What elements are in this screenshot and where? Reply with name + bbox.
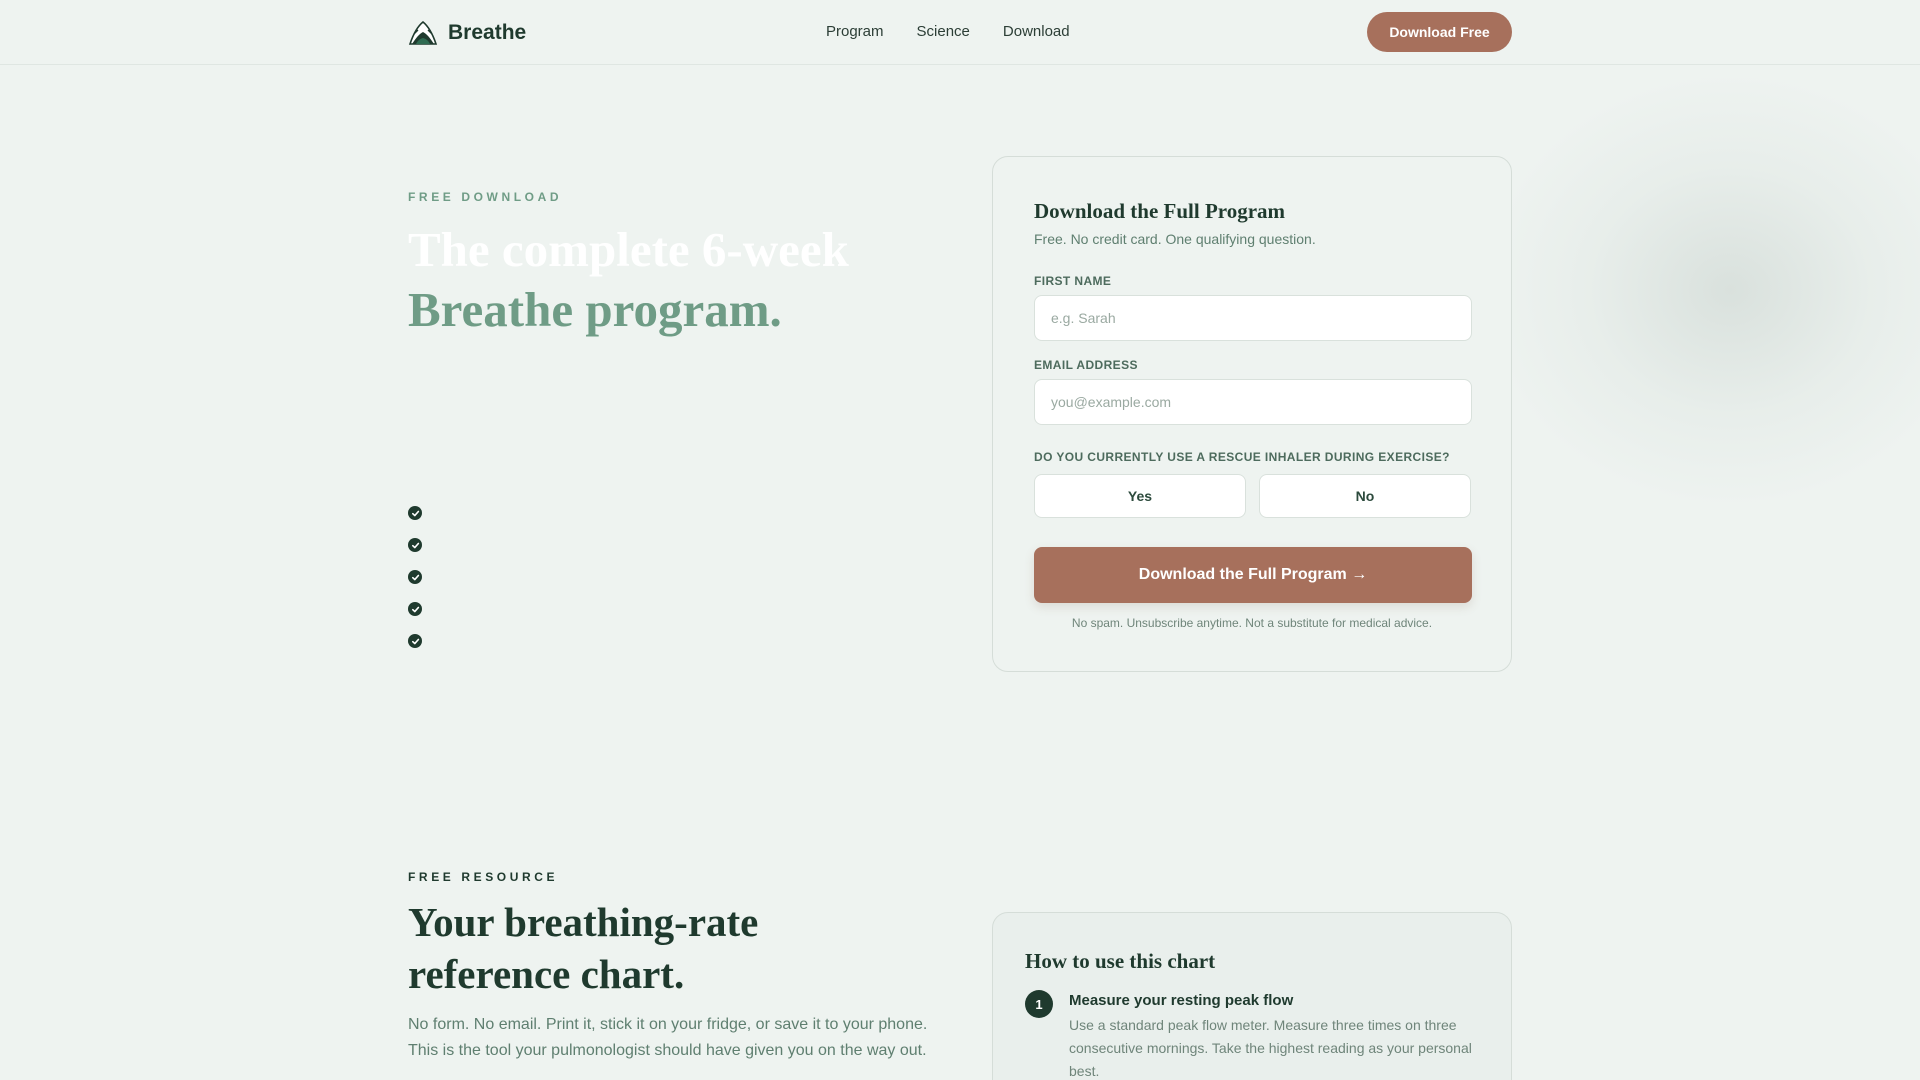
first-name-field[interactable] xyxy=(1034,295,1472,341)
form-disclaimer: No spam. Unsubscribe anytime. Not a subs… xyxy=(1071,616,1433,630)
check-icon xyxy=(408,538,422,552)
step-description: Use a standard peak flow meter. Measure … xyxy=(1069,1017,1472,1079)
email-field[interactable] xyxy=(1034,379,1472,425)
nav-link-science[interactable]: Science xyxy=(917,23,970,40)
step-number-badge: 1 xyxy=(1025,990,1053,1018)
nav-links: Program Science Download xyxy=(826,23,1070,40)
brand[interactable]: Breathe xyxy=(408,18,526,48)
how-to-title: How to use this chart xyxy=(1025,949,1216,973)
inhaler-question-label: DO YOU CURRENTLY USE A RESCUE INHALER DU… xyxy=(1034,450,1450,464)
checklist-item xyxy=(408,625,422,657)
checklist-item xyxy=(408,593,422,625)
checklist-item xyxy=(408,497,422,529)
hero-title: The complete 6-week Breathe program. xyxy=(408,220,968,340)
download-free-button[interactable]: Download Free xyxy=(1367,12,1512,52)
form-subtitle: Free. No credit card. One qualifying que… xyxy=(1034,231,1316,247)
checklist-item xyxy=(408,561,422,593)
step-title: Measure your resting peak flow xyxy=(1069,992,1294,1009)
background-glow xyxy=(1480,70,1920,510)
brand-name: Breathe xyxy=(448,21,527,44)
no-option-button[interactable]: No xyxy=(1259,474,1471,518)
how-to-use-card: How to use this chart 1 Measure your res… xyxy=(992,912,1512,1080)
email-label: EMAIL ADDRESS xyxy=(1034,358,1138,372)
hero-title-line2: Breathe program. xyxy=(408,282,782,337)
checklist-item xyxy=(408,529,422,561)
first-name-label: FIRST NAME xyxy=(1034,274,1112,288)
yes-option-button[interactable]: Yes xyxy=(1034,474,1246,518)
resource-eyebrow: FREE RESOURCE xyxy=(408,870,559,884)
nav-link-download[interactable]: Download xyxy=(1003,23,1070,40)
resource-description: No form. No email. Print it, stick it on… xyxy=(408,1016,928,1059)
resource-title: Your breathing-rate reference chart. xyxy=(408,899,759,997)
check-icon xyxy=(408,634,422,648)
hero-title-line1: The complete 6-week xyxy=(408,222,849,277)
form-title: Download the Full Program xyxy=(1034,199,1286,223)
benefit-checklist xyxy=(408,497,422,657)
nav-link-program[interactable]: Program xyxy=(826,23,884,40)
hero-eyebrow: FREE DOWNLOAD xyxy=(408,190,563,204)
mountain-logo-icon xyxy=(408,20,438,45)
check-icon xyxy=(408,506,422,520)
download-program-submit-button[interactable]: Download the Full Program → xyxy=(1034,547,1472,603)
check-icon xyxy=(408,602,422,616)
check-icon xyxy=(408,570,422,584)
download-form-card: Download the Full Program Free. No credi… xyxy=(992,156,1512,672)
top-nav: Breathe Program Science Download Downloa… xyxy=(0,0,1920,65)
